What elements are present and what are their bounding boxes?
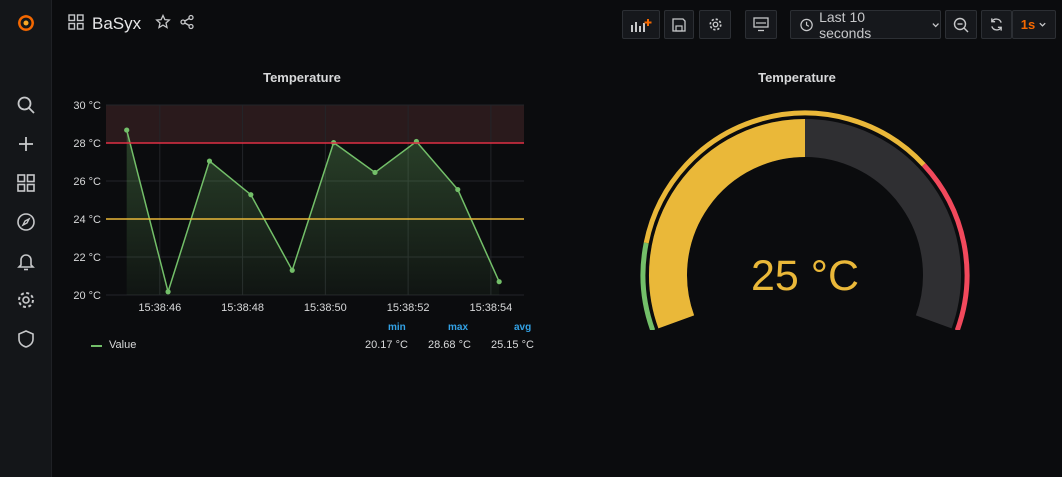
legend-avg-value: 25.15 °C: [491, 339, 534, 351]
time-range-label: Last 10 seconds: [819, 8, 872, 41]
cycle-view-mode-button[interactable]: [745, 10, 777, 39]
data-point[interactable]: [289, 267, 295, 273]
y-tick-label: 28 °C: [73, 138, 101, 150]
add-panel-button[interactable]: [622, 10, 660, 39]
data-point[interactable]: [248, 192, 254, 198]
legend-header-min[interactable]: min: [388, 322, 406, 333]
data-point[interactable]: [372, 169, 378, 176]
top-navbar: BaSyx Last 10 seconds 1s: [52, 0, 1062, 48]
legend-series-name[interactable]: Value: [109, 339, 136, 351]
plus-icon[interactable]: [13, 131, 39, 157]
monitor-icon: [753, 17, 769, 32]
gauge-panel-title[interactable]: Temperature: [697, 70, 897, 85]
dashboard-settings-button[interactable]: [699, 10, 731, 39]
refresh-interval-label: 1s: [1020, 17, 1036, 32]
dashboards-grid-icon: [68, 13, 84, 35]
series-area-fill: [126, 130, 500, 295]
legend-min-value: 20.17 °C: [365, 339, 408, 351]
x-tick-label: 15:38:50: [304, 302, 347, 314]
data-point[interactable]: [496, 279, 502, 285]
add-panel-icon: [631, 18, 652, 32]
legend-max-value: 28.68 °C: [428, 339, 471, 351]
gear-icon[interactable]: [13, 287, 39, 313]
search-icon[interactable]: [13, 92, 39, 118]
x-tick-label: 15:38:54: [469, 302, 512, 314]
chevron-down-icon: [1039, 22, 1046, 27]
temperature-graph: 20 °C 22 °C 24 °C 26 °C 28 °C 30 °C 15:38:46 15…: [73, 100, 524, 314]
refresh-icon: [991, 18, 1002, 31]
y-tick-label: 24 °C: [73, 214, 101, 226]
clock-icon: [800, 18, 813, 31]
save-dashboard-button[interactable]: [664, 10, 694, 39]
x-tick-label: 15:38:52: [387, 302, 430, 314]
gauge-value: 25 °C: [750, 252, 860, 300]
dashboards-icon[interactable]: [13, 170, 39, 196]
y-tick-label: 26 °C: [73, 176, 101, 188]
y-tick-label: 30 °C: [73, 100, 101, 112]
legend-series-swatch: [91, 345, 102, 347]
data-point[interactable]: [206, 158, 213, 164]
zoom-out-icon: [953, 17, 969, 32]
y-tick-label: 20 °C: [73, 290, 101, 302]
sidebar: [0, 0, 52, 477]
time-range-picker[interactable]: Last 10 seconds: [790, 8, 941, 41]
refresh-interval-picker[interactable]: 1s: [1012, 10, 1056, 39]
share-icon[interactable]: [179, 14, 195, 35]
zoom-out-button[interactable]: [945, 10, 977, 39]
legend-header-avg[interactable]: avg: [514, 322, 531, 333]
shield-icon[interactable]: [13, 326, 39, 352]
chevron-down-icon: [932, 22, 939, 27]
gear-icon: [708, 18, 722, 31]
data-point[interactable]: [124, 127, 130, 133]
dashboard-title-text[interactable]: BaSyx: [92, 14, 141, 34]
dashboard-title: BaSyx: [68, 13, 195, 35]
star-icon[interactable]: [155, 13, 171, 35]
data-point[interactable]: [455, 186, 461, 193]
bell-icon[interactable]: [13, 248, 39, 274]
refresh-dashboard-button[interactable]: [981, 10, 1012, 39]
explore-icon[interactable]: [13, 209, 39, 235]
threshold-zone-high: [106, 105, 524, 143]
x-tick-label: 15:38:46: [138, 302, 181, 314]
legend-header-max[interactable]: max: [448, 322, 468, 333]
x-tick-label: 15:38:48: [221, 302, 264, 314]
data-point[interactable]: [165, 289, 171, 295]
graph-panel-title[interactable]: Temperature: [202, 70, 402, 85]
save-icon: [672, 17, 686, 32]
y-tick-label: 22 °C: [73, 252, 101, 264]
grafana-logo-icon[interactable]: [13, 10, 39, 36]
